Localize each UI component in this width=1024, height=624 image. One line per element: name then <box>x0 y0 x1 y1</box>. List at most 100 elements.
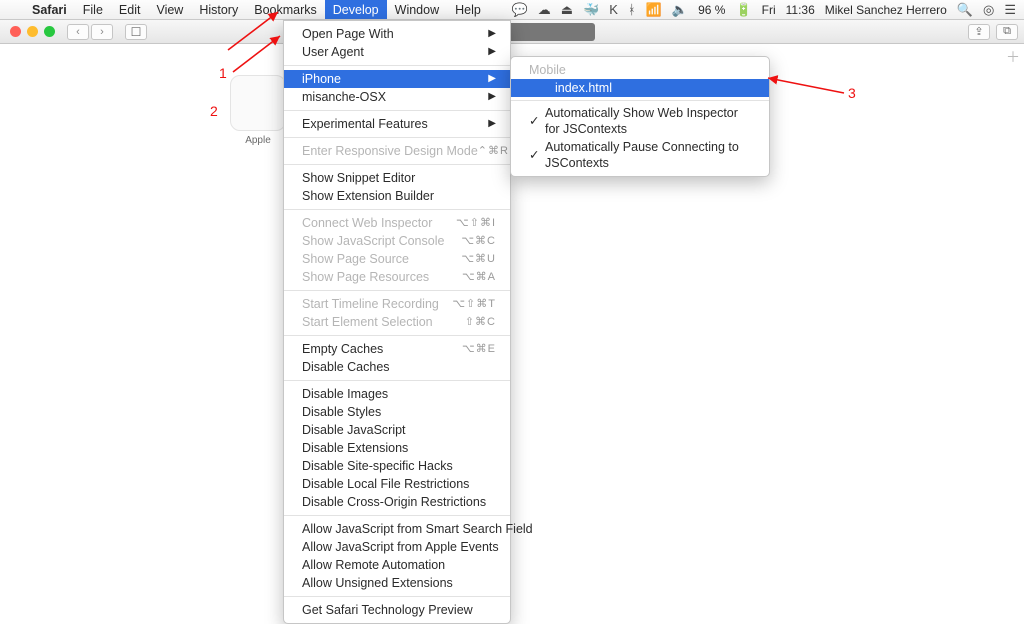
new-tab-button[interactable]: ＋ <box>1006 47 1020 67</box>
close-window-button[interactable] <box>10 26 21 37</box>
status-icon[interactable]: 💬 <box>512 2 528 18</box>
menu-item-label: Disable Site-specific Hacks <box>302 458 453 474</box>
share-button[interactable]: ⇪ <box>968 24 990 40</box>
check-icon: ✓ <box>529 147 539 163</box>
menu-item-label: Show Page Resources <box>302 269 429 285</box>
develop-menu-item: Show JavaScript Console ⌥⌘C <box>284 232 510 250</box>
develop-menu-item[interactable]: Disable Site-specific Hacks <box>284 457 510 475</box>
status-icon[interactable]: K <box>609 2 618 17</box>
clock-day[interactable]: Fri <box>762 3 776 17</box>
develop-menu-item[interactable]: Empty Caches⌥⌘E <box>284 340 510 358</box>
spotlight-icon[interactable]: 🔍 <box>957 2 973 18</box>
menubar-item-bookmarks[interactable]: Bookmarks <box>246 0 325 19</box>
submenu-item[interactable]: index.html <box>511 79 769 97</box>
status-icon[interactable]: ☁︎ <box>538 2 551 18</box>
minimize-window-button[interactable] <box>27 26 38 37</box>
user-name[interactable]: Mikel Sanchez Herrero <box>825 3 947 17</box>
battery-percent[interactable]: 96 % <box>698 3 725 17</box>
menu-item-shortcut: ⌥⌘A <box>462 269 496 285</box>
develop-menu-item[interactable]: Allow JavaScript from Smart Search Field <box>284 520 510 538</box>
bluetooth-icon[interactable]: ᚼ <box>628 2 636 17</box>
submenu-item-label: index.html <box>545 80 612 96</box>
submenu-arrow-icon: ▶ <box>488 116 496 132</box>
battery-icon[interactable]: 🔋 <box>735 2 751 18</box>
menu-item-label: Open Page With <box>302 26 394 42</box>
menu-item-shortcut: ⌃⌘R <box>478 143 509 159</box>
menu-item-shortcut: ⇧⌘C <box>465 314 496 330</box>
apple-logo-icon <box>230 75 286 131</box>
menu-item-label: Allow JavaScript from Smart Search Field <box>302 521 533 537</box>
develop-menu-item[interactable]: Disable Local File Restrictions <box>284 475 510 493</box>
menubar-item-help[interactable]: Help <box>447 0 489 19</box>
forward-button[interactable]: › <box>91 24 113 40</box>
develop-menu-item[interactable]: Show Extension Builder <box>284 187 510 205</box>
menu-item-label: Allow JavaScript from Apple Events <box>302 539 499 555</box>
menu-item-label: Connect Web Inspector <box>302 215 432 231</box>
develop-menu-item: Start Timeline Recording⌥⇧⌘T <box>284 295 510 313</box>
develop-menu-item[interactable]: Disable Styles <box>284 403 510 421</box>
develop-menu-item[interactable]: misanche-OSX▶ <box>284 88 510 106</box>
safari-toolbar: ‹ › ☐ ter website name ⇪ ⧉ <box>0 20 1024 44</box>
menu-item-shortcut: ⌥⌘C <box>461 233 496 249</box>
iphone-submenu: Mobileindex.html✓Automatically Show Web … <box>510 56 770 177</box>
menu-item-label: Disable Local File Restrictions <box>302 476 469 492</box>
menubar-app[interactable]: Safari <box>24 0 75 19</box>
menu-item-label: Disable Images <box>302 386 388 402</box>
submenu-arrow-icon: ▶ <box>488 71 496 87</box>
volume-icon[interactable]: 🔈 <box>672 2 688 18</box>
submenu-arrow-icon: ▶ <box>488 44 496 60</box>
menu-item-label: Disable Caches <box>302 359 390 375</box>
menu-item-label: Show Extension Builder <box>302 188 434 204</box>
submenu-item[interactable]: ✓Automatically Pause Connecting to JSCon… <box>511 138 769 172</box>
menu-item-label: Start Element Selection <box>302 314 433 330</box>
develop-menu-item[interactable]: Allow JavaScript from Apple Events <box>284 538 510 556</box>
submenu-item[interactable]: ✓Automatically Show Web Inspector for JS… <box>511 104 769 138</box>
back-button[interactable]: ‹ <box>67 24 89 40</box>
develop-menu-item[interactable]: Experimental Features ▶ <box>284 115 510 133</box>
develop-menu-item[interactable]: Disable Cross-Origin Restrictions <box>284 493 510 511</box>
menu-item-label: Disable Extensions <box>302 440 408 456</box>
menu-item-label: Disable Cross-Origin Restrictions <box>302 494 486 510</box>
develop-menu-item: Enter Responsive Design Mode⌃⌘R <box>284 142 510 160</box>
menubar-item-file[interactable]: File <box>75 0 111 19</box>
annotation-2: 2 <box>210 103 218 119</box>
menubar-item-edit[interactable]: Edit <box>111 0 149 19</box>
annotation-3: 3 <box>848 85 856 101</box>
menubar-item-window[interactable]: Window <box>387 0 447 19</box>
status-icon[interactable]: ⏏︎ <box>561 2 573 18</box>
notification-center-icon[interactable]: ☰ <box>1004 2 1016 18</box>
zoom-window-button[interactable] <box>44 26 55 37</box>
develop-menu-item[interactable]: Disable Images <box>284 385 510 403</box>
menu-item-shortcut: ⌥⌘U <box>461 251 496 267</box>
develop-menu-item[interactable]: Allow Unsigned Extensions <box>284 574 510 592</box>
develop-menu-item[interactable]: Disable JavaScript <box>284 421 510 439</box>
menu-item-label: iPhone <box>302 71 341 87</box>
menu-item-label: User Agent <box>302 44 364 60</box>
menu-item-shortcut: ⌥⇧⌘I <box>456 215 496 231</box>
status-icon[interactable]: 🐳 <box>583 2 599 18</box>
develop-menu-item[interactable]: Show Snippet Editor <box>284 169 510 187</box>
submenu-arrow-icon: ▶ <box>488 89 496 105</box>
menu-item-label: Show JavaScript Console <box>302 233 444 249</box>
clock-time[interactable]: 11:36 <box>786 3 815 17</box>
menubar-item-history[interactable]: History <box>191 0 246 19</box>
develop-menu-item: Show Page Source ⌥⌘U <box>284 250 510 268</box>
tabs-button[interactable]: ⧉ <box>996 24 1018 40</box>
menubar-item-develop[interactable]: Develop <box>325 0 387 19</box>
menu-item-label: Enter Responsive Design Mode <box>302 143 478 159</box>
develop-menu-item[interactable]: Disable Caches <box>284 358 510 376</box>
menubar-item-view[interactable]: View <box>148 0 191 19</box>
submenu-header: Mobile <box>511 61 769 79</box>
submenu-item-label: Automatically Show Web Inspector for JSC… <box>545 105 755 137</box>
window-controls <box>6 26 55 37</box>
siri-icon[interactable]: ◎ <box>983 2 994 18</box>
develop-menu-item[interactable]: iPhone ▶ <box>284 70 510 88</box>
menu-item-label: Show Page Source <box>302 251 409 267</box>
develop-menu-item[interactable]: User Agent ▶ <box>284 43 510 61</box>
wifi-icon[interactable]: 📶 <box>646 2 662 18</box>
sidebar-toggle-button[interactable]: ☐ <box>125 24 147 40</box>
develop-menu-item[interactable]: Open Page With▶ <box>284 25 510 43</box>
develop-menu-item[interactable]: Disable Extensions <box>284 439 510 457</box>
menu-item-label: Experimental Features <box>302 116 428 132</box>
develop-menu-item[interactable]: Allow Remote Automation <box>284 556 510 574</box>
